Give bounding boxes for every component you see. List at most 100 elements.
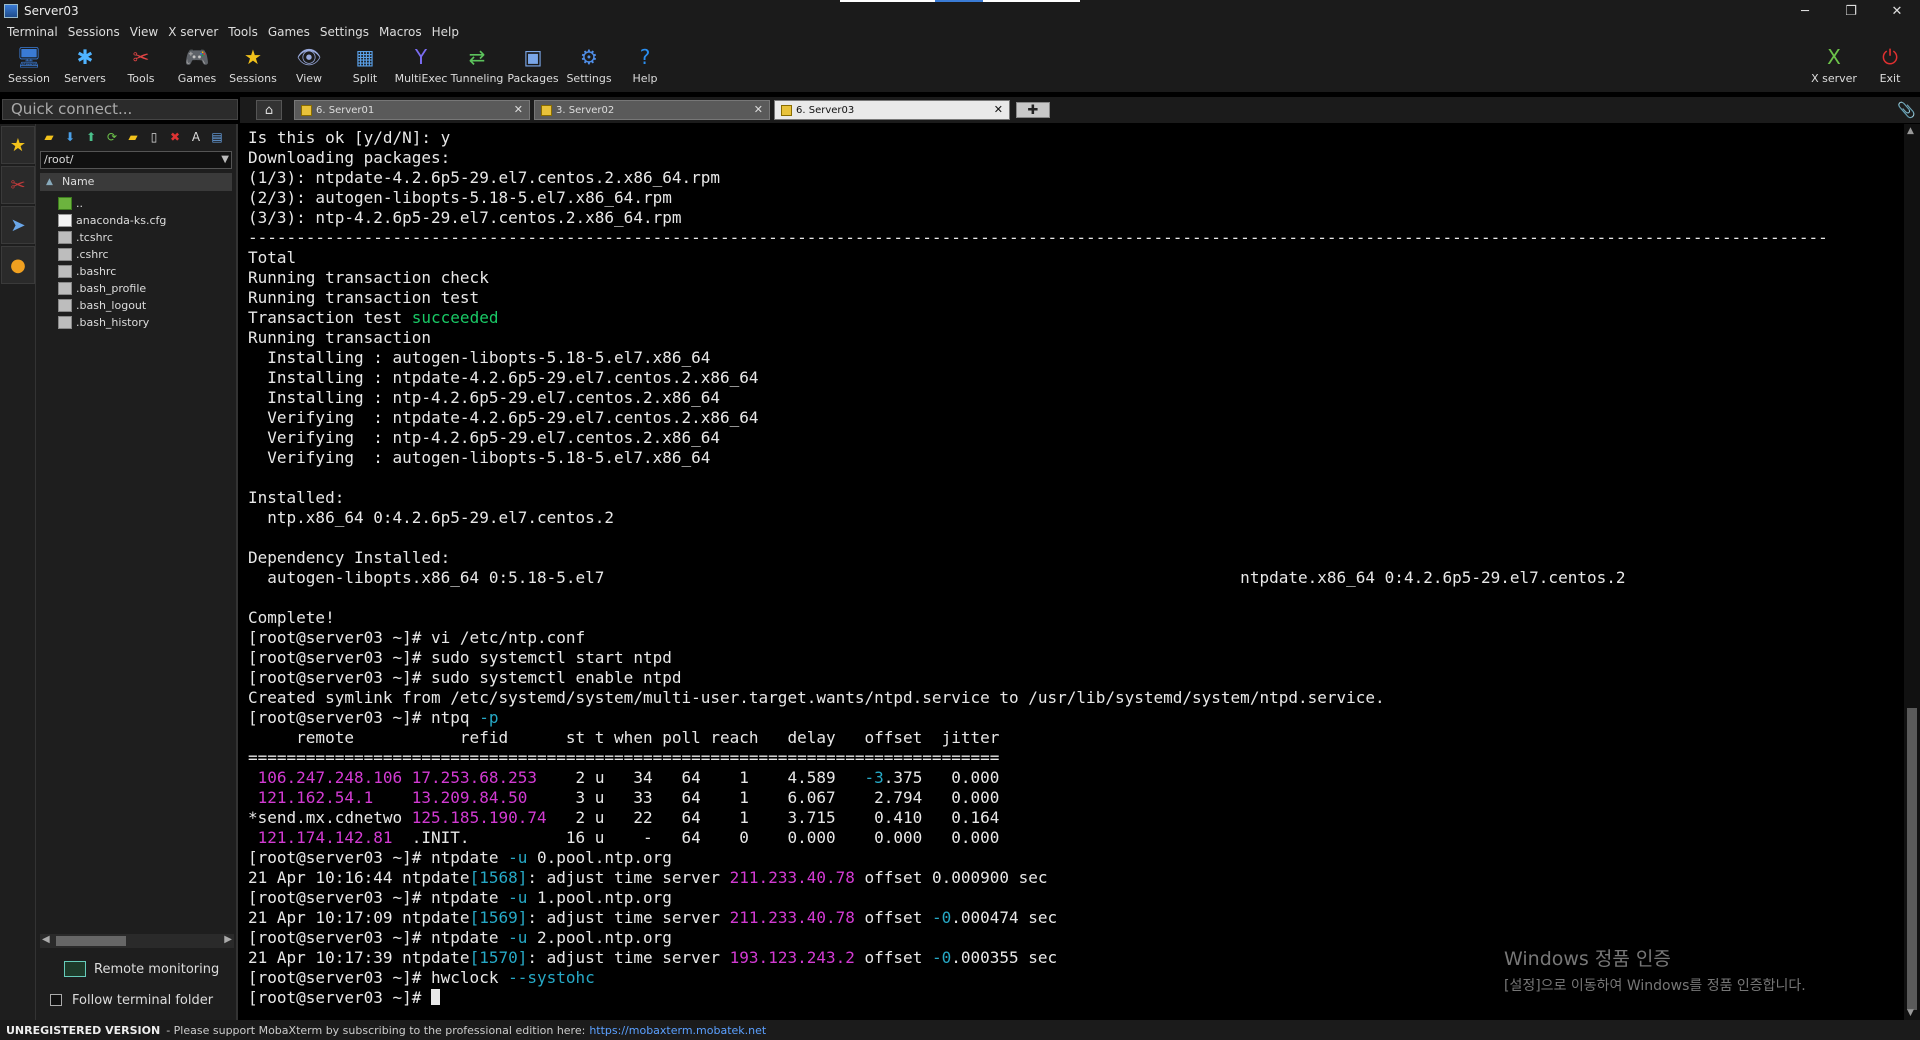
file-list-item[interactable]: .bashrc <box>58 263 236 280</box>
file-list-item[interactable]: .. <box>58 195 236 212</box>
toolbar-multiexec-button[interactable]: Y MultiExec <box>393 44 449 90</box>
paperclip-icon[interactable]: 📎 <box>1897 101 1916 119</box>
toolbar-exit-button[interactable]: ⏻ Exit <box>1862 44 1918 90</box>
home-tab[interactable]: ⌂ <box>256 100 282 120</box>
file-list-header[interactable]: ▲ Name <box>40 173 232 191</box>
terminal-text: 125.185.190.74 <box>411 808 547 827</box>
terminal-line: [root@server03 ~]# vi /etc/ntp.conf <box>248 628 1904 648</box>
menu-help[interactable]: Help <box>429 25 466 39</box>
upload-icon[interactable]: ⬆ <box>82 128 100 146</box>
toolbar-servers-button[interactable]: ✱ Servers <box>57 44 113 90</box>
terminal-output[interactable]: Is this ok [y/d/N]: y Downloading package… <box>240 124 1904 1020</box>
toolbar-games-button[interactable]: 🎮 Games <box>169 44 225 90</box>
terminal-line: ========================================… <box>248 748 1904 768</box>
scroll-up-icon[interactable]: ▲ <box>1907 126 1914 136</box>
terminal-scroll-thumb[interactable] <box>1907 708 1917 1010</box>
checkbox-box[interactable] <box>50 994 62 1006</box>
path-input[interactable]: /root/ ▼ <box>40 151 232 169</box>
download-icon[interactable]: ⬇ <box>61 128 79 146</box>
toolbar-x-server-button[interactable]: X X server <box>1806 44 1862 90</box>
toolbar-help-button[interactable]: ? Help <box>617 44 673 90</box>
menu-settings[interactable]: Settings <box>317 25 376 39</box>
toolbar-settings-button[interactable]: ⚙ Settings <box>561 44 617 90</box>
properties-icon[interactable]: ▤ <box>208 128 226 146</box>
menu-view[interactable]: View <box>127 25 165 39</box>
menu-x-server[interactable]: X server <box>165 25 225 39</box>
menu-sessions[interactable]: Sessions <box>65 25 127 39</box>
terminal-text: [1568] <box>469 868 528 887</box>
terminal-line: Created symlink from /etc/systemd/system… <box>248 688 1904 708</box>
quick-connect-input[interactable]: Quick connect... <box>2 99 238 120</box>
new-folder-icon[interactable]: ▰ <box>124 128 142 146</box>
file-list-item[interactable]: .cshrc <box>58 246 236 263</box>
file-browser-hscrollbar[interactable]: ◀ ▶ <box>40 934 234 948</box>
terminal-text: ntp.x86_64 0:4.2.6p5-29.el7.centos.2 <box>248 508 615 527</box>
toolbar-tunneling-button[interactable]: ⇄ Tunneling <box>449 44 505 90</box>
refresh-icon[interactable]: ⟳ <box>103 128 121 146</box>
file-list-item[interactable]: .bash_profile <box>58 280 236 297</box>
open-folder-icon[interactable]: ▰ <box>40 128 58 146</box>
menu-terminal[interactable]: Terminal <box>4 25 65 39</box>
star-icon: ★ <box>244 45 262 69</box>
session-tab-1[interactable]: 6. Server01 ✕ <box>294 100 530 120</box>
toolbar-packages-button[interactable]: ▣ Packages <box>505 44 561 90</box>
scroll-down-icon[interactable]: ▼ <box>1907 1008 1914 1018</box>
toolbar-tools-button[interactable]: ✂ Tools <box>113 44 169 90</box>
terminal-text: : adjust time server <box>527 908 730 927</box>
title-bar: Server03 ─ ❐ ✕ <box>0 0 1920 22</box>
terminal-line: Running transaction test <box>248 288 1904 308</box>
menu-macros[interactable]: Macros <box>376 25 429 39</box>
rename-icon[interactable]: A <box>187 128 205 146</box>
terminal-text: [1570] <box>469 948 528 967</box>
close-icon[interactable]: ✕ <box>514 103 523 116</box>
menu-games[interactable]: Games <box>265 25 317 39</box>
terminal-text: 2.pool.ntp.org <box>527 928 672 947</box>
remote-monitoring-button[interactable]: Remote monitoring <box>64 958 219 980</box>
tools-icon: ✂ <box>10 174 26 196</box>
file-list-item[interactable]: anaconda-ks.cfg <box>58 212 236 229</box>
file-icon <box>58 316 72 329</box>
toolbar-split-button[interactable]: ▦ Split <box>337 44 393 90</box>
new-file-icon[interactable]: ▯ <box>145 128 163 146</box>
close-icon[interactable]: ✕ <box>994 103 1003 116</box>
session-tab-3[interactable]: 6. Server03 ✕ <box>774 100 1010 120</box>
gear-icon: ⚙ <box>580 45 598 69</box>
file-icon <box>58 248 72 261</box>
file-list-item[interactable]: .bash_history <box>58 314 236 331</box>
sidebar-tab-tools[interactable]: ✂ <box>1 166 35 204</box>
restore-button[interactable]: ❐ <box>1828 0 1874 22</box>
help-icon: ? <box>639 45 651 69</box>
sidebar-tab-sessions[interactable]: ★ <box>1 126 35 164</box>
new-tab-button[interactable]: ✚ <box>1016 102 1050 118</box>
follow-terminal-folder-checkbox[interactable]: Follow terminal folder <box>50 990 213 1010</box>
toolbar-label: Session <box>8 72 50 85</box>
menu-tools[interactable]: Tools <box>225 25 265 39</box>
close-icon[interactable]: ✕ <box>754 103 763 116</box>
toolbar-view-button[interactable]: 👁 View <box>281 44 337 90</box>
sidebar-tab-macros[interactable]: ● <box>1 246 35 284</box>
sidebar-tab-sftp[interactable]: ➤ <box>1 206 35 244</box>
terminal-line: remote refid st t when poll reach delay … <box>248 728 1904 748</box>
chevron-down-icon[interactable]: ▼ <box>221 152 229 168</box>
minimize-button[interactable]: ─ <box>1782 0 1828 22</box>
file-list-item[interactable]: .tcshrc <box>58 229 236 246</box>
close-button[interactable]: ✕ <box>1874 0 1920 22</box>
terminal-vscrollbar[interactable]: ▲ ▼ <box>1904 124 1920 1020</box>
toolbar-sessions-button[interactable]: ★ Sessions <box>225 44 281 90</box>
terminal-text: 21 Apr 10:17:39 ntpdate <box>248 948 470 967</box>
terminal-line: 106.247.248.106 17.253.68.253 2 u 34 64 … <box>248 768 1904 788</box>
mobatek-link[interactable]: https://mobaxterm.mobatek.net <box>589 1024 766 1037</box>
scroll-right-icon[interactable]: ▶ <box>224 934 232 945</box>
terminal-text: 3 u 33 64 1 6.067 2.794 0.000 <box>527 788 1000 807</box>
scroll-left-icon[interactable]: ◀ <box>42 934 50 945</box>
toolbar-label: Settings <box>566 72 612 85</box>
terminal-text: : adjust time server <box>527 868 730 887</box>
delete-icon[interactable]: ✖ <box>166 128 184 146</box>
terminal-text: remote refid st t when poll reach delay … <box>248 728 1000 747</box>
terminal-text: -u <box>508 848 528 867</box>
scroll-thumb[interactable] <box>56 936 126 946</box>
file-list-item[interactable]: .bash_logout <box>58 297 236 314</box>
toolbar-session-button[interactable]: 🖥 Session <box>1 44 57 90</box>
session-tab-2[interactable]: 3. Server02 ✕ <box>534 100 770 120</box>
terminal-line: Downloading packages: <box>248 148 1904 168</box>
